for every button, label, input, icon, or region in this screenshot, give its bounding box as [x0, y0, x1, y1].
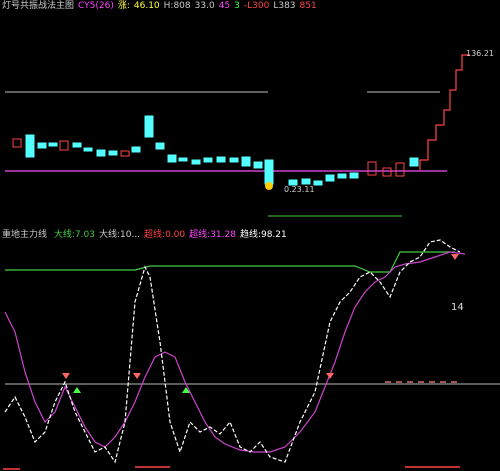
candle-21	[264, 159, 274, 185]
indicator-title: 重地主力线	[2, 230, 48, 240]
candle-30	[395, 162, 405, 177]
main-price-chart[interactable]: 灯号共振战法主图 CY5(26) 涨: 46.10 H:808 33.0 45 3 -L300 L…	[0, 0, 500, 222]
candle-5	[72, 142, 82, 148]
candle-11	[144, 115, 154, 138]
upper-band-line	[5, 251, 455, 273]
candle-27	[349, 172, 359, 179]
indicator-header: 重地主力线 大线:7.03 大线:10... 超线:0.00 超线:31.28 趋线:9…	[2, 230, 295, 241]
ratio-label: 45	[218, 1, 231, 11]
candle-0	[12, 138, 22, 148]
sell-arrow-icon	[451, 254, 459, 260]
momentum-line	[4, 239, 461, 464]
sell-arrow-icon	[73, 387, 81, 393]
ratio-value: 3	[234, 1, 240, 11]
candle-4	[59, 140, 69, 151]
candle-14	[178, 157, 188, 162]
candle-16	[203, 157, 213, 163]
price-chart-canvas	[5, 54, 470, 217]
candle-23	[301, 178, 311, 185]
candle-24	[313, 180, 323, 186]
main-chart-header: 灯号共振战法主图 CY5(26) 涨: 46.10 H:808 33.0 45 3 -L300 L…	[2, 1, 321, 12]
candle-17	[216, 156, 226, 163]
candle-26	[337, 173, 347, 179]
candlesticks	[12, 115, 419, 186]
candle-10	[131, 146, 141, 153]
buy-arrow-icon	[133, 373, 141, 379]
candle-20	[253, 161, 263, 169]
extra-label: 851	[299, 1, 317, 11]
candle-18	[229, 157, 239, 163]
indicator-field-4: 趋线:98.21	[239, 230, 287, 240]
candle-31	[409, 157, 419, 167]
indicator-chart-canvas	[3, 239, 500, 470]
low-label: L383	[273, 1, 296, 11]
buy-arrow-icon	[326, 373, 334, 379]
candle-12	[155, 142, 165, 150]
candle-19	[241, 156, 251, 167]
ma-label: H:808	[163, 1, 191, 11]
sub-label: 14	[451, 302, 464, 313]
chart-title: 灯号共振战法主图	[2, 1, 75, 11]
candle-9	[120, 150, 130, 157]
indicator-label: CY5(26)	[78, 1, 114, 11]
candle-29	[382, 167, 392, 177]
up-label: 涨:	[117, 1, 130, 11]
candle-1	[25, 134, 35, 158]
candle-3	[48, 142, 58, 147]
candle-8	[108, 150, 118, 156]
neg-label: -L300	[243, 1, 270, 11]
high-price-tag: 136.21	[466, 49, 494, 58]
smooth-trend-line	[4, 251, 466, 453]
low-price-tag: 0.23.11	[284, 185, 315, 194]
candle-6	[83, 147, 93, 152]
rising-stair-line	[419, 54, 470, 170]
indicator-field-0: 大线:7.03	[53, 230, 95, 240]
candle-13	[167, 154, 177, 163]
candle-25	[325, 174, 335, 182]
up-value: 46.10	[133, 1, 160, 11]
candle-15	[191, 159, 201, 165]
vol-label: 33.0	[194, 1, 215, 11]
candle-28	[367, 161, 377, 176]
indicator-field-3: 超线:31.28	[189, 230, 236, 240]
indicator-field-2: 超线:0.00	[144, 230, 186, 240]
candle-7	[96, 149, 106, 157]
indicator-chart[interactable]: 重地主力线 大线:7.03 大线:10... 超线:0.00 超线:31.28 趋线:9…	[0, 222, 500, 471]
buy-arrow-icon	[62, 373, 70, 379]
indicator-field-1: 大线:10...	[98, 230, 141, 240]
signal-marker-icon	[265, 182, 273, 190]
candle-2	[37, 142, 47, 149]
